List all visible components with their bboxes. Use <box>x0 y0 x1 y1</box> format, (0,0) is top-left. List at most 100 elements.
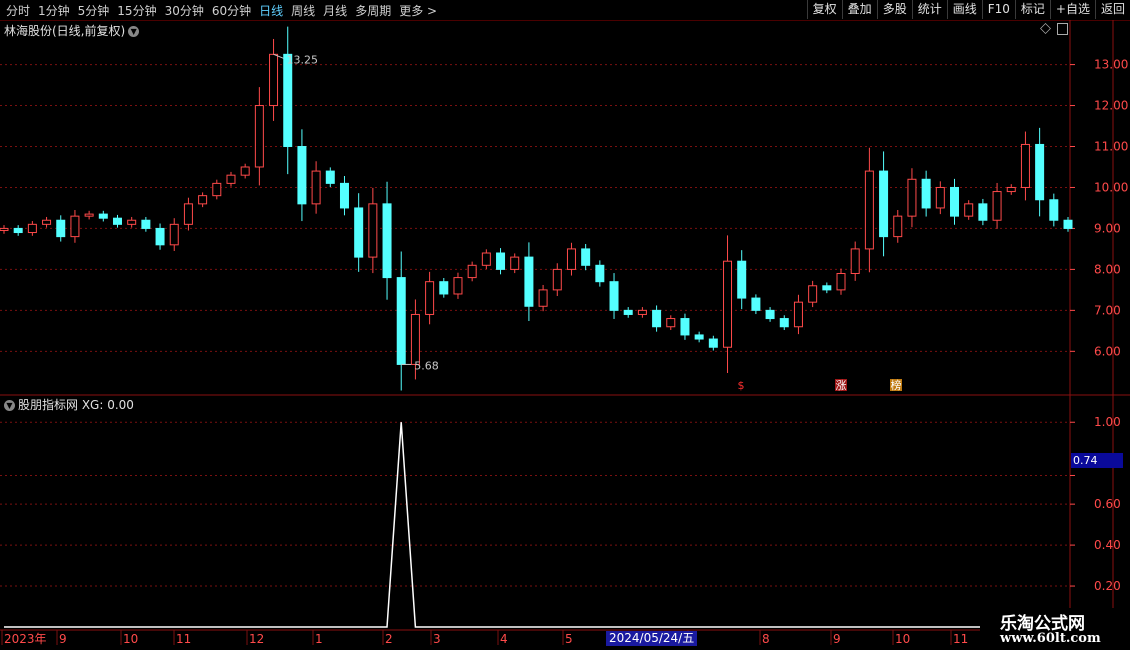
candle-body <box>850 248 860 274</box>
candle-body <box>254 105 264 168</box>
candle-body <box>1035 143 1045 201</box>
candle-body <box>552 268 562 291</box>
candle-body <box>694 334 704 340</box>
indicator-tick-label-2: 0.60 <box>1094 497 1121 511</box>
candle-body <box>56 219 66 238</box>
candle-body <box>666 318 676 328</box>
candle-body <box>382 203 392 279</box>
date-label-2: 10 <box>123 632 138 646</box>
candle-body <box>609 281 619 311</box>
chart-canvas[interactable]: 13.00 12.00 11.00 10.00 9.00 8.00 7.00 6.00 1.00… <box>0 0 1130 650</box>
price-tick-label-5: 8.00 <box>1094 262 1121 276</box>
candle-body <box>226 174 236 184</box>
candle-body <box>283 53 293 148</box>
date-label-5: 1 <box>315 632 323 646</box>
price-tick-label-6: 7.00 <box>1094 303 1121 317</box>
candle-body <box>496 252 506 270</box>
candle-body <box>325 170 335 184</box>
price-tick-label-0: 13.00 <box>1094 58 1128 72</box>
candle-body <box>566 248 576 270</box>
candle-body <box>169 223 179 246</box>
candle-body <box>425 281 435 315</box>
candle-body <box>1063 219 1073 229</box>
date-label-0: 2023年 <box>4 632 47 646</box>
candle-body <box>155 227 165 246</box>
candle-body <box>538 289 548 307</box>
candle-body <box>112 217 122 225</box>
candle-body <box>141 219 151 229</box>
candle-body <box>1020 143 1030 188</box>
candle-body <box>680 318 690 336</box>
candle-body <box>354 207 364 258</box>
candle-body <box>1006 186 1016 193</box>
date-label-8: 4 <box>500 632 508 646</box>
candle-body <box>84 213 94 217</box>
candle-body <box>935 186 945 209</box>
price-tick-label-2: 11.00 <box>1094 140 1128 154</box>
date-label-4: 12 <box>249 632 264 646</box>
indicator-tick-label-3: 0.40 <box>1094 538 1121 552</box>
candle-body <box>339 182 349 209</box>
candle-body <box>893 215 903 238</box>
candle-body <box>467 264 477 279</box>
candle-body <box>524 256 534 307</box>
candle-body <box>808 285 818 303</box>
candle-body <box>978 203 988 221</box>
indicator-tick-label-0: 1.00 <box>1094 415 1121 429</box>
candle-body <box>198 195 208 205</box>
candle-body <box>652 309 662 328</box>
candle-body <box>183 203 193 225</box>
candle-body <box>864 170 874 250</box>
candle-body <box>921 178 931 209</box>
price-tick-label-3: 10.00 <box>1094 180 1128 194</box>
badge-0: $ <box>738 379 745 392</box>
candle-body <box>708 338 718 348</box>
indicator-line <box>4 422 1068 628</box>
candle-body <box>879 170 889 238</box>
candle-body <box>98 213 108 219</box>
candle-body <box>950 186 960 217</box>
candle-body <box>964 203 974 217</box>
date-label-7: 3 <box>433 632 441 646</box>
candle-body <box>992 191 1002 221</box>
candle-body <box>637 309 647 315</box>
date-label-11: 8 <box>762 632 770 646</box>
candle-body <box>269 53 279 107</box>
date-label-14: 11 <box>953 632 968 646</box>
date-label-9: 5 <box>565 632 573 646</box>
date-label-3: 11 <box>176 632 191 646</box>
date-label-6: 2 <box>385 632 393 646</box>
candle-body <box>311 170 321 205</box>
candle-body <box>623 309 633 315</box>
candle-body <box>212 182 222 197</box>
candle-body <box>439 281 449 295</box>
candle-body <box>27 223 37 234</box>
date-cursor: 2024/05/24/五 <box>606 631 698 646</box>
candle-body <box>453 277 463 295</box>
candle-body <box>297 146 307 205</box>
candle-body <box>581 248 591 266</box>
indicator-tick-label-4: 0.20 <box>1094 579 1121 593</box>
candle-body <box>240 166 250 176</box>
candle-body <box>595 264 605 283</box>
price-tick-label-7: 6.00 <box>1094 344 1121 358</box>
watermark-url: www.60lt.com <box>1000 631 1101 646</box>
candle-body <box>13 227 23 234</box>
indicator-cursor-value: 0.74 <box>1071 453 1123 468</box>
candle-body <box>510 256 520 270</box>
candle-body <box>396 277 406 365</box>
candle-body <box>751 297 761 311</box>
low-marker-label: 5.68 <box>414 359 439 372</box>
candle-body <box>42 219 52 225</box>
candle-body <box>822 285 832 291</box>
price-tick-label-4: 9.00 <box>1094 221 1121 235</box>
candle-body <box>765 309 775 320</box>
candle-body <box>779 318 789 328</box>
candle-body <box>0 227 9 231</box>
badge-2: 榜 <box>891 378 902 392</box>
candle-body <box>723 260 733 348</box>
candle-body <box>737 260 747 299</box>
candle-body <box>836 272 846 291</box>
badge-1: 涨 <box>836 379 847 392</box>
high-marker-label: 13.25 <box>287 53 319 66</box>
